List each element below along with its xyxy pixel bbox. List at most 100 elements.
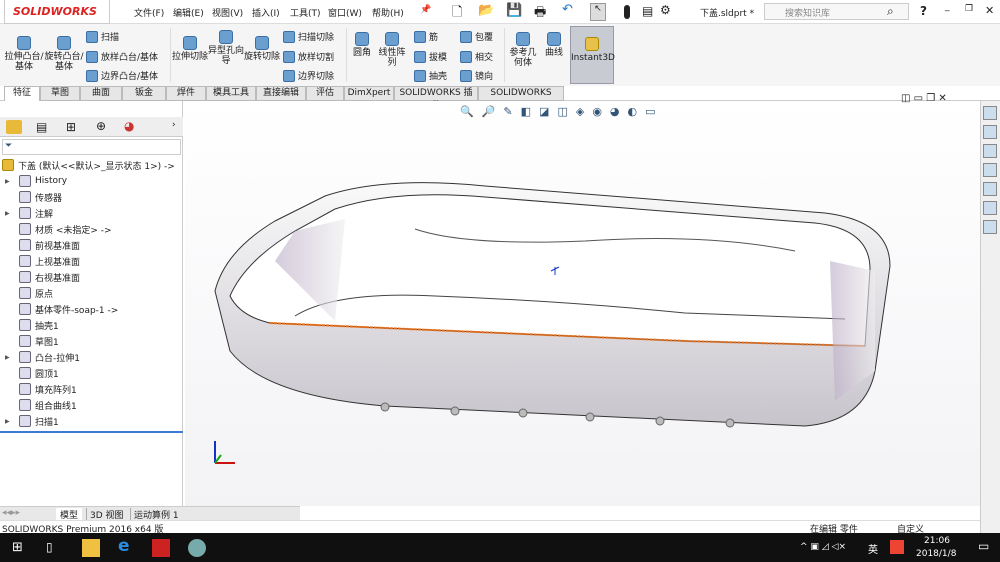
tree-item[interactable]: 圆顶1 [0,365,59,381]
property-manager-tab-icon[interactable]: ▤ [36,120,47,134]
minimize-icon[interactable]: _ [945,2,950,12]
revolve-boss-button[interactable]: 旋转凸台/基体 [44,36,84,72]
tab-sheet-metal[interactable]: 钣金 [122,86,166,101]
home-icon[interactable] [983,106,997,120]
loft-boss-button[interactable]: 放样凸台/基体 [86,50,158,63]
restore-icon[interactable]: ❐ [965,4,973,14]
tree-item[interactable]: 抽壳1 [0,317,59,333]
paint-taskbar-icon[interactable] [188,539,206,557]
tab-weldments[interactable]: 焊件 [166,86,206,101]
menu-window[interactable]: 窗口(W) [328,6,362,19]
tree-item[interactable]: ▶ 凸台-拉伸1 [0,349,80,365]
tree-root[interactable]: 下盖 (默认<<默认>_显示状态 1>) -> [2,157,175,173]
draft-button[interactable]: 拔模 [414,50,447,63]
clock-date[interactable]: 2018/1/8 [916,549,956,559]
expand-arrow-icon[interactable]: ▶ [5,210,13,217]
curves-button[interactable]: 曲线 [540,32,568,58]
tree-item[interactable]: 上视基准面 [0,253,80,269]
tab-surfaces[interactable]: 曲面 [80,86,122,101]
extrude-cut-button[interactable]: 拉伸切除 [172,36,208,62]
rebuild-icon[interactable] [624,5,630,19]
forum-icon[interactable] [983,220,997,234]
resources-icon[interactable] [983,125,997,139]
tray-icons[interactable]: ^ ▣ ◿ ◁× [800,542,846,552]
open-file-icon[interactable]: 📂 [478,3,494,18]
tab-dimxpert[interactable]: DimXpert [344,86,394,101]
windows-start-icon[interactable]: ⊞ [12,540,23,555]
sweep-button[interactable]: 扫描 [86,30,119,43]
tab-sketch[interactable]: 草图 [40,86,80,101]
solidworks-logo[interactable]: SOLIDWORKS [4,0,110,24]
rib-button[interactable]: 筋 [414,30,438,43]
tree-item[interactable]: 组合曲线1 [0,397,77,413]
appearances-icon[interactable] [983,182,997,196]
revolve-cut-button[interactable]: 旋转切除 [244,36,280,62]
new-file-icon[interactable]: 🗋 [452,3,462,25]
ime-indicator[interactable]: 英 [868,541,878,556]
instant3d-button[interactable]: Instant3D [570,26,615,84]
tab-solidworks-addins[interactable]: SOLIDWORKS 插件 [394,86,478,111]
notification-icon[interactable]: ▭ [978,539,989,553]
task-view-icon[interactable]: ▯ [46,540,53,554]
help-icon[interactable]: ? [920,4,927,18]
tree-item[interactable]: 原点 [0,285,53,301]
boundary-boss-button[interactable]: 边界凸台/基体 [86,69,158,82]
file-explorer-icon[interactable] [983,163,997,177]
display-manager-tab-icon[interactable]: ◕ [124,119,134,133]
lofted-cut-button[interactable]: 放样切割 [283,50,334,63]
reference-geometry-button[interactable]: 参考几何体 [506,32,540,68]
edge-browser-icon[interactable]: e [118,536,130,556]
rollback-bar[interactable] [0,431,183,433]
tree-item[interactable]: ▶ History [0,173,67,189]
swept-cut-button[interactable]: 扫描切除 [283,30,334,43]
linear-pattern-button[interactable]: 线性阵列 [376,32,408,68]
pin-icon[interactable]: 📌 [420,5,431,15]
menu-insert[interactable]: 插入(I) [252,6,280,19]
expand-arrow-icon[interactable]: ▶ [5,178,13,185]
select-icon[interactable]: ↖ [590,3,606,21]
tree-item[interactable]: 右视基准面 [0,269,80,285]
menu-tools[interactable]: 工具(T) [290,6,321,19]
menu-view[interactable]: 视图(V) [212,6,243,19]
extrude-boss-button[interactable]: 拉伸凸台/基体 [4,36,44,72]
tree-item[interactable]: 材质 <未指定> -> [0,221,112,237]
tree-item[interactable]: 传感器 [0,189,62,205]
menu-help[interactable]: 帮助(H) [372,6,404,19]
expand-arrow-icon[interactable]: ▶ [5,354,13,361]
tab-features[interactable]: 特征 [4,86,40,101]
tab-direct-editing[interactable]: 直接编辑 [256,86,306,101]
fillet-button[interactable]: 圆角 [348,32,376,58]
design-library-icon[interactable] [983,144,997,158]
menu-file[interactable]: 文件(F) [134,6,164,19]
clock-time[interactable]: 21:06 [924,536,950,546]
file-properties-icon[interactable]: ▤ [642,4,653,18]
expand-arrow-icon[interactable]: ▶ [5,418,13,425]
save-icon[interactable]: 💾 [506,3,522,18]
tab-mold-tools[interactable]: 模具工具 [206,86,256,101]
tree-item[interactable]: ▶ 注解 [0,205,53,221]
close-icon[interactable]: ✕ [985,4,994,17]
file-explorer-taskbar-icon[interactable] [82,539,100,557]
graphics-area[interactable]: 🔍 🔎 ✎ ◧ ◪ ◫ ◈ ◉ ◕ ◐ ▭ ◫ ▭ ❐ ✕ [185,93,980,506]
configuration-manager-tab-icon[interactable]: ⊞ [66,120,76,134]
tab-evaluate[interactable]: 评估 [306,86,344,101]
sogou-icon[interactable] [890,540,904,554]
solidworks-taskbar-icon[interactable] [152,539,170,557]
tab-scroll-arrows[interactable]: ◂◂▸▸ [2,508,20,518]
hole-wizard-button[interactable]: 异型孔向导 [208,30,244,66]
shell-button[interactable]: 抽壳 [414,69,447,82]
tree-item[interactable]: 草图1 [0,333,59,349]
filter-input[interactable]: ⏷ [2,139,181,155]
intersect-button[interactable]: 相交 [460,50,493,63]
tab-solidworks-mbd[interactable]: SOLIDWORKS MBD [478,86,564,111]
wrap-button[interactable]: 包覆 [460,30,493,43]
options-gear-icon[interactable]: ⚙ [660,3,671,17]
menu-edit[interactable]: 编辑(E) [173,6,204,19]
boundary-cut-button[interactable]: 边界切除 [283,69,334,82]
tree-item[interactable]: ▶ 扫描1 [0,413,59,429]
custom-properties-icon[interactable] [983,201,997,215]
feature-manager-tab-icon[interactable] [6,120,22,134]
search-icon[interactable]: ⌕ [887,4,894,19]
tree-item[interactable]: 基体零件-soap-1 -> [0,301,118,317]
tree-item[interactable]: 填充阵列1 [0,381,77,397]
